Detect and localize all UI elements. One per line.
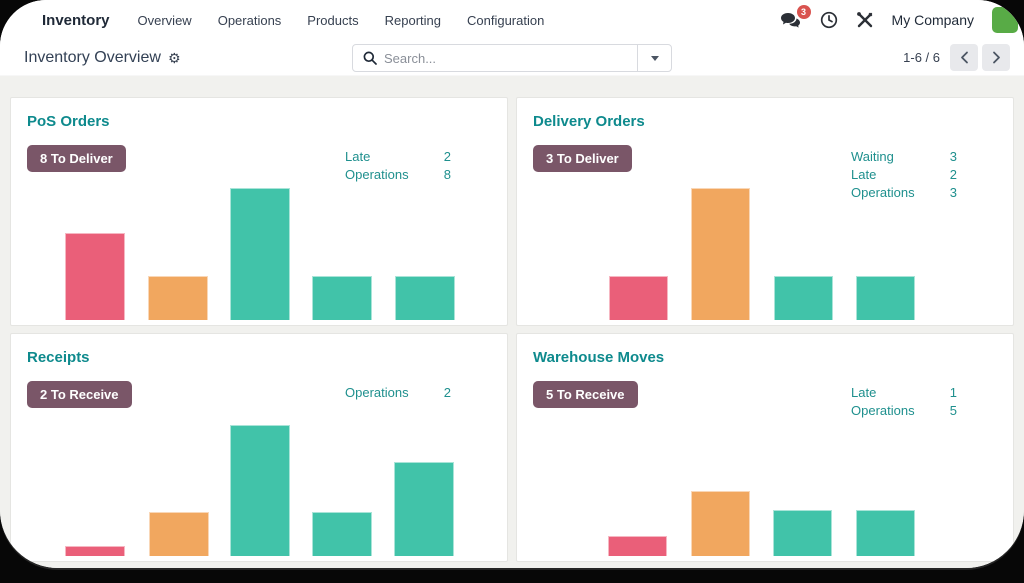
search-bar bbox=[352, 44, 672, 72]
chart-bar-pink bbox=[609, 276, 668, 320]
nav-item-products[interactable]: Products bbox=[307, 13, 358, 28]
card-stats: Operations 2 bbox=[345, 384, 451, 402]
activities-button[interactable] bbox=[820, 11, 838, 29]
search-options-toggle[interactable] bbox=[637, 45, 671, 71]
prev-page-button[interactable] bbox=[950, 44, 978, 71]
chevron-right-icon bbox=[992, 51, 1001, 64]
chart-bar-orange bbox=[149, 512, 209, 556]
card-title[interactable]: Delivery Orders bbox=[533, 113, 997, 130]
app-switcher-inventory[interactable]: Inventory bbox=[42, 12, 110, 29]
nav-item-reporting[interactable]: Reporting bbox=[385, 13, 441, 28]
chart-bar-teal bbox=[312, 512, 372, 556]
chart-bar-orange bbox=[691, 188, 750, 320]
card-pos-orders[interactable]: PoS Orders 8 To Deliver Late 2 Operations 8 bbox=[10, 97, 508, 326]
chart-bar-pink bbox=[65, 546, 125, 556]
stat-operations[interactable]: Operations 5 bbox=[851, 402, 957, 420]
pager: 1-6 / 6 bbox=[903, 44, 1010, 71]
stat-value: 2 bbox=[950, 166, 957, 184]
stat-value: 3 bbox=[950, 148, 957, 166]
stat-waiting[interactable]: Waiting 3 bbox=[851, 148, 957, 166]
stat-operations[interactable]: Operations 2 bbox=[345, 384, 451, 402]
systray: 3 bbox=[780, 7, 1014, 33]
stat-value: 2 bbox=[444, 384, 451, 402]
card-title[interactable]: Warehouse Moves bbox=[533, 349, 997, 366]
search-input[interactable] bbox=[384, 51, 637, 66]
to-deliver-badge-button[interactable]: 8 To Deliver bbox=[27, 145, 126, 172]
stat-operations[interactable]: Operations 8 bbox=[345, 166, 451, 184]
stat-label: Operations bbox=[851, 184, 915, 202]
dashboard: PoS Orders 8 To Deliver Late 2 Operations 8… bbox=[0, 76, 1024, 568]
stat-label: Operations bbox=[345, 384, 409, 402]
chart-bar-teal bbox=[856, 276, 915, 320]
card-warehouse-moves[interactable]: Warehouse Moves 5 To Receive Late1Operat… bbox=[516, 333, 1014, 562]
chart-bar-orange bbox=[691, 491, 750, 556]
top-navbar: Inventory Overview Operations Products Repo… bbox=[0, 0, 1024, 40]
stat-late[interactable]: Late 1 bbox=[851, 384, 957, 402]
stat-label: Waiting bbox=[851, 148, 894, 166]
chart-bar-teal bbox=[774, 276, 833, 320]
card-stats: Late 2 Operations 8 bbox=[345, 148, 451, 184]
stat-label: Operations bbox=[851, 402, 915, 420]
stat-label: Late bbox=[851, 384, 876, 402]
to-receive-badge-button[interactable]: 5 To Receive bbox=[533, 381, 638, 408]
card-receipts[interactable]: Receipts 2 To Receive Operations 2 bbox=[10, 333, 508, 562]
nav-item-operations[interactable]: Operations bbox=[218, 13, 282, 28]
page-title: Inventory Overview bbox=[24, 49, 161, 67]
user-avatar[interactable] bbox=[992, 7, 1018, 33]
card-title[interactable]: Receipts bbox=[27, 349, 491, 366]
clock-icon bbox=[820, 11, 838, 29]
stat-label: Late bbox=[345, 148, 370, 166]
card-title[interactable]: PoS Orders bbox=[27, 113, 491, 130]
messages-button[interactable]: 3 bbox=[780, 12, 802, 29]
chart-bar-teal bbox=[773, 510, 832, 556]
stat-value: 3 bbox=[950, 184, 957, 202]
nav-item-overview[interactable]: Overview bbox=[138, 13, 192, 28]
bar-chart bbox=[517, 334, 1013, 556]
next-page-button[interactable] bbox=[982, 44, 1010, 71]
chart-bar-orange bbox=[148, 276, 208, 320]
control-panel: Inventory Overview ⚙ 1-6 / 6 bbox=[0, 40, 1024, 76]
chart-bar-pink bbox=[65, 233, 125, 320]
stat-label: Late bbox=[851, 166, 876, 184]
stat-value: 8 bbox=[444, 166, 451, 184]
tools-button[interactable] bbox=[856, 11, 874, 29]
card-delivery-orders[interactable]: Delivery Orders 3 To Deliver Waiting3Lat… bbox=[516, 97, 1014, 326]
chart-bar-teal bbox=[856, 510, 915, 556]
main-menu: Overview Operations Products Reporting Confi… bbox=[138, 13, 545, 28]
bar-chart bbox=[11, 334, 507, 556]
stat-value: 5 bbox=[950, 402, 957, 420]
to-receive-badge-button[interactable]: 2 To Receive bbox=[27, 381, 132, 408]
bar-chart bbox=[517, 98, 1013, 320]
stat-value: 1 bbox=[950, 384, 957, 402]
chart-bar-teal bbox=[394, 462, 454, 556]
stat-late[interactable]: Late 2 bbox=[851, 166, 957, 184]
tools-icon bbox=[856, 11, 874, 29]
chevron-left-icon bbox=[960, 51, 969, 64]
card-stats: Late 1 Operations 5 bbox=[851, 384, 957, 420]
gear-icon[interactable]: ⚙ bbox=[168, 51, 181, 65]
stat-value: 2 bbox=[444, 148, 451, 166]
bar-chart bbox=[11, 98, 507, 320]
chart-bar-pink bbox=[608, 536, 667, 556]
pager-range: 1-6 / 6 bbox=[903, 50, 940, 65]
to-deliver-badge-button[interactable]: 3 To Deliver bbox=[533, 145, 632, 172]
search-icon bbox=[363, 51, 377, 65]
breadcrumb: Inventory Overview ⚙ bbox=[24, 49, 181, 67]
stat-late[interactable]: Late 2 bbox=[345, 148, 451, 166]
app-window: Inventory Overview Operations Products Repo… bbox=[0, 0, 1024, 568]
nav-item-configuration[interactable]: Configuration bbox=[467, 13, 544, 28]
card-stats: Waiting 3 Late 2 Operations 3 bbox=[851, 148, 957, 202]
company-selector[interactable]: My Company bbox=[892, 12, 974, 28]
chevron-down-icon bbox=[651, 56, 659, 61]
stat-label: Operations bbox=[345, 166, 409, 184]
chart-bar-teal bbox=[230, 188, 290, 320]
stat-operations[interactable]: Operations 3 bbox=[851, 184, 957, 202]
chart-bar-teal bbox=[312, 276, 372, 320]
chart-bar-teal bbox=[395, 276, 455, 320]
chart-bar-teal bbox=[230, 425, 290, 556]
messages-count-badge: 3 bbox=[797, 5, 811, 19]
